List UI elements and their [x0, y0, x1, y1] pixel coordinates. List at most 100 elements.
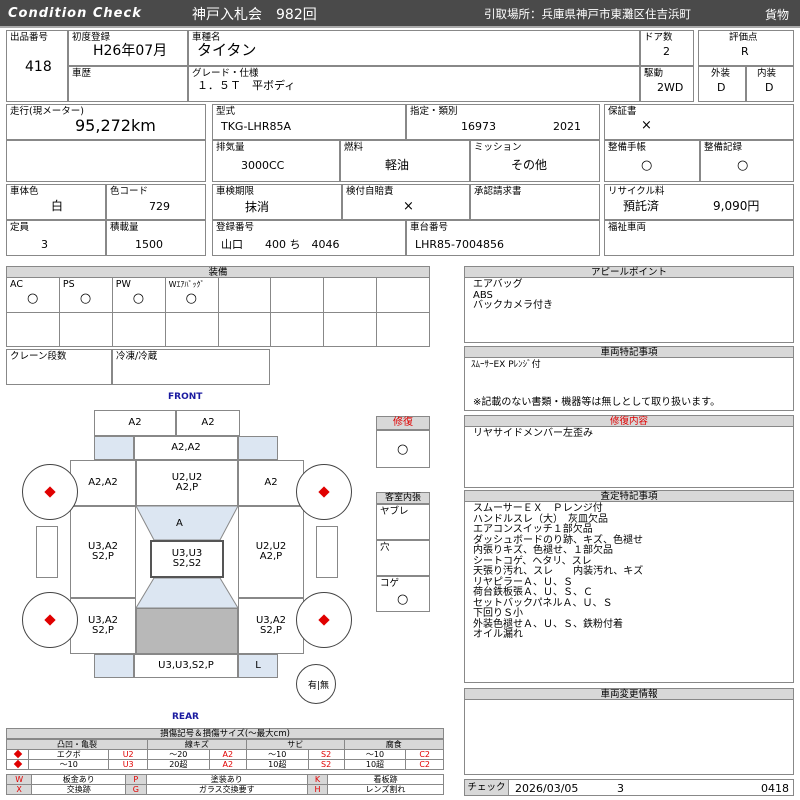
mission-box: ミッション その他 — [470, 140, 600, 182]
welfare-box: 福祉車両 — [604, 220, 794, 256]
recycle-status: 預託済 — [623, 199, 660, 213]
front-panel: A2,A2 — [134, 436, 238, 460]
lot-box: 出品番号 418 — [6, 30, 68, 102]
mileage: 95,272km — [75, 116, 156, 135]
type-box: 型式 TKG-LHR85A — [212, 104, 406, 140]
repair-content-box: リヤサイドメンバー左歪み — [464, 426, 794, 488]
front-left-fender: A2,A2 — [70, 460, 136, 506]
first-registration: H26年07月 — [93, 43, 168, 59]
rear-right-panel: U3,A2 S2,P — [238, 598, 304, 654]
equip-ps: PS ○ — [58, 277, 113, 313]
model-name: タイタン — [197, 41, 257, 59]
legend-table: 凸凹・亀裂 線キズ サビ 腐食 エクボ U2 〜20 A2 〜10 S2 〜10… — [6, 739, 445, 770]
rear-bumper: U3,U3,S2,P — [134, 654, 238, 678]
repair-box: ○ — [376, 430, 430, 468]
header-bar: Condition Check 神戸入札会 982回 引取場所：兵庫県神戸市東灘… — [0, 0, 800, 28]
doors: 2 — [663, 45, 670, 58]
windshield-label: A — [176, 518, 183, 529]
windshield — [136, 506, 238, 540]
special-line2: ※記載のない書類・機器等は無しとして取り扱います。 — [473, 397, 721, 408]
score-box: 評価点 R — [698, 30, 794, 66]
repair-mark: ○ — [397, 442, 409, 457]
wheel-rear-left — [22, 592, 78, 648]
rear-label: REAR — [172, 712, 199, 722]
warranty-box: 保証書 × — [604, 104, 794, 140]
lot-number: 418 — [25, 59, 52, 75]
left-door: U3,A2 S2,P — [70, 506, 136, 598]
designation-box: 指定・類別 16973 2021 — [406, 104, 600, 140]
check-code: 0418 — [761, 782, 789, 795]
interior-burn: コゲ ○ — [376, 576, 430, 612]
front-right-corner — [238, 436, 278, 460]
change-box — [464, 699, 794, 775]
manual: ○ — [641, 158, 653, 173]
recycle-box: リサイクル料 預託済 9,090円 — [604, 184, 794, 220]
warranty: × — [641, 118, 652, 133]
front-right-fender: A2 — [238, 460, 304, 506]
check-bar: チェック 2026/03/05 3 0418 — [464, 779, 794, 796]
manual-box: 整備手帳 ○ — [604, 140, 700, 182]
special-line1: ｽﾑｰｻｰEX Pﾚﾝｼﾞ付 — [471, 360, 541, 370]
int-grade: D — [765, 81, 774, 94]
notes-box: スムーサーＥＸ Ｐレンジ付 ハンドルスレ（大） 灰皿欠品 エアコンスイッチ１部欠… — [464, 501, 794, 683]
body-color: 白 — [51, 199, 64, 213]
rear-glass — [136, 578, 238, 608]
cargo-bed — [136, 608, 238, 654]
equip-pw: PW ○ — [111, 277, 166, 313]
auction-title: 神戸入札会 982回 — [192, 7, 317, 23]
mileage-extra — [6, 140, 206, 182]
model-type: TKG-LHR85A — [221, 120, 291, 133]
check-date: 2026/03/05 — [515, 782, 579, 795]
displacement-box: 排気量 3000CC — [212, 140, 340, 182]
designation-2: 2021 — [553, 120, 581, 133]
interior-hole: 穴 — [376, 540, 430, 576]
designation: 16973 — [461, 120, 496, 133]
front-left-corner — [94, 436, 134, 460]
inspection-box: 車検期限 抹消 — [212, 184, 342, 220]
freezer-box: 冷凍/冷蔵 — [112, 349, 270, 385]
mileage-box: 走行(現メーター) 95,272km — [6, 104, 206, 140]
legend-title: 損傷記号＆損傷サイズ(〜最大cm) — [6, 728, 444, 739]
history-box: 車歴 — [68, 66, 188, 102]
check-label: チェック — [465, 780, 509, 795]
approval-box: 承認請求書 — [470, 184, 600, 220]
interior-tear: ヤブレ — [376, 504, 430, 540]
rear-right-corner: L — [238, 654, 278, 678]
record: ○ — [737, 158, 749, 173]
equip-ac: AC ○ — [6, 277, 60, 313]
drive: 2WD — [657, 81, 684, 94]
plate-box: 登録番号 山口 400 ち 4046 — [212, 220, 406, 256]
grade-box: グレード・仕様 １．５Ｔ 平ボディ — [188, 66, 640, 102]
front-label: FRONT — [168, 392, 203, 402]
chassis-number: LHR85-7004856 — [415, 238, 504, 251]
roof: U3,U3 S2,S2 — [150, 540, 224, 578]
tail-label: 有|無 — [308, 681, 330, 691]
doors-box: ドア数 2 — [640, 30, 694, 66]
right-door: U2,U2 A2,P — [238, 506, 304, 598]
chassis-box: 車台番号 LHR85-7004856 — [406, 220, 600, 256]
pickup-location: 引取場所：兵庫県神戸市東灘区住吉浜町 — [484, 7, 691, 21]
wheel-front-left — [22, 464, 78, 520]
selfcheck: × — [403, 199, 414, 214]
special-box: ｽﾑｰｻｰEX Pﾚﾝｼﾞ付 ※記載のない書類・機器等は無しとして取り扱います。 — [464, 357, 794, 411]
left-mirror — [36, 526, 58, 578]
front-left-bumper: A2 — [94, 410, 176, 436]
category: 貨物 — [765, 8, 790, 22]
color-code: 729 — [149, 200, 170, 213]
wheel-rear-right — [296, 592, 352, 648]
selfcheck-box: 検付自賠責 × — [342, 184, 470, 220]
notes-text: スムーサーＥＸ Ｐレンジ付 ハンドルスレ（大） 灰皿欠品 エアコンスイッチ１部欠… — [473, 503, 644, 640]
capacity-box: 定員 3 — [6, 220, 106, 256]
equipment-grid: AC ○ PS ○ PW ○ Wｴｱﾊﾞｯｸﾞ ○ — [6, 277, 430, 347]
record-box: 整備記録 ○ — [700, 140, 794, 182]
ext-grade: D — [717, 81, 726, 94]
interior-title: 客室内張 — [376, 492, 430, 504]
mission: その他 — [511, 158, 548, 172]
plate: 山口 400 ち 4046 — [221, 238, 340, 251]
recycle-fee: 9,090円 — [713, 199, 760, 213]
equip-airbag: Wｴｱﾊﾞｯｸﾞ ○ — [164, 277, 219, 313]
appeal-text: エアバッグ ABS バックカメラ付き — [473, 279, 553, 311]
appeal-box: エアバッグ ABS バックカメラ付き — [464, 277, 794, 343]
drive-box: 駆動 2WD — [640, 66, 694, 102]
right-mirror — [316, 526, 338, 578]
